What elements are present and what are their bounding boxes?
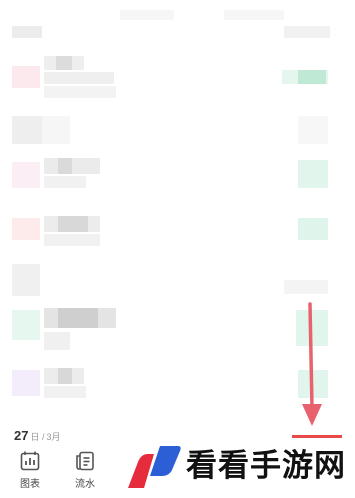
date-header-placeholder bbox=[42, 116, 70, 144]
category-icon bbox=[12, 218, 40, 240]
bar-chart-icon bbox=[20, 451, 40, 471]
category-icon bbox=[12, 310, 40, 340]
date-header-placeholder bbox=[12, 116, 42, 144]
item-note-placeholder bbox=[44, 234, 100, 246]
list-item[interactable] bbox=[0, 158, 355, 190]
item-note-placeholder bbox=[44, 176, 86, 188]
amount-placeholder bbox=[298, 70, 326, 84]
list-item[interactable] bbox=[0, 114, 355, 144]
item-title-placeholder bbox=[58, 368, 72, 384]
amount-placeholder bbox=[298, 160, 328, 188]
amount-placeholder bbox=[284, 280, 328, 294]
brand-logo-icon bbox=[128, 446, 181, 488]
tab-ledger[interactable]: 流水 bbox=[67, 450, 103, 492]
item-note-placeholder bbox=[44, 72, 114, 84]
item-title-placeholder bbox=[58, 216, 88, 232]
red-highlight-line bbox=[292, 435, 342, 438]
ledger-icon bbox=[76, 451, 94, 471]
arrow-annotation-icon bbox=[302, 302, 322, 426]
item-note-placeholder bbox=[44, 386, 86, 398]
tab-chart[interactable]: 图表 bbox=[12, 450, 48, 492]
date-header-placeholder bbox=[12, 26, 42, 38]
date-day: 27 bbox=[14, 428, 29, 443]
item-title-placeholder bbox=[44, 158, 100, 174]
list-item[interactable] bbox=[0, 264, 355, 298]
amount-placeholder bbox=[298, 116, 328, 144]
watermark-text: 看看手游网 bbox=[186, 448, 346, 484]
date-separator: 日 / bbox=[30, 432, 45, 442]
date-month: 3月 bbox=[46, 432, 61, 442]
amount-placeholder bbox=[284, 26, 330, 38]
item-note-placeholder bbox=[44, 332, 70, 350]
category-icon bbox=[12, 370, 40, 396]
date-header-placeholder bbox=[12, 264, 40, 296]
item-title-placeholder bbox=[56, 56, 72, 70]
tab-ledger-label: 流水 bbox=[75, 479, 95, 490]
date-indicator: 27 日 / 3月 bbox=[14, 428, 61, 446]
screen: 27 日 / 3月 图表 流水 看看手游网 bbox=[0, 0, 355, 498]
tab-chart-label: 图表 bbox=[20, 479, 40, 490]
category-icon bbox=[12, 162, 40, 188]
list-item[interactable] bbox=[0, 56, 355, 102]
item-title-placeholder bbox=[58, 308, 98, 328]
header-placeholder bbox=[120, 10, 174, 20]
amount-placeholder bbox=[298, 218, 328, 240]
header-placeholder bbox=[224, 10, 284, 20]
list-item[interactable] bbox=[0, 26, 355, 46]
category-icon bbox=[12, 66, 40, 88]
item-title-placeholder bbox=[58, 158, 72, 174]
list-item[interactable] bbox=[0, 216, 355, 248]
item-note-placeholder bbox=[44, 86, 116, 98]
